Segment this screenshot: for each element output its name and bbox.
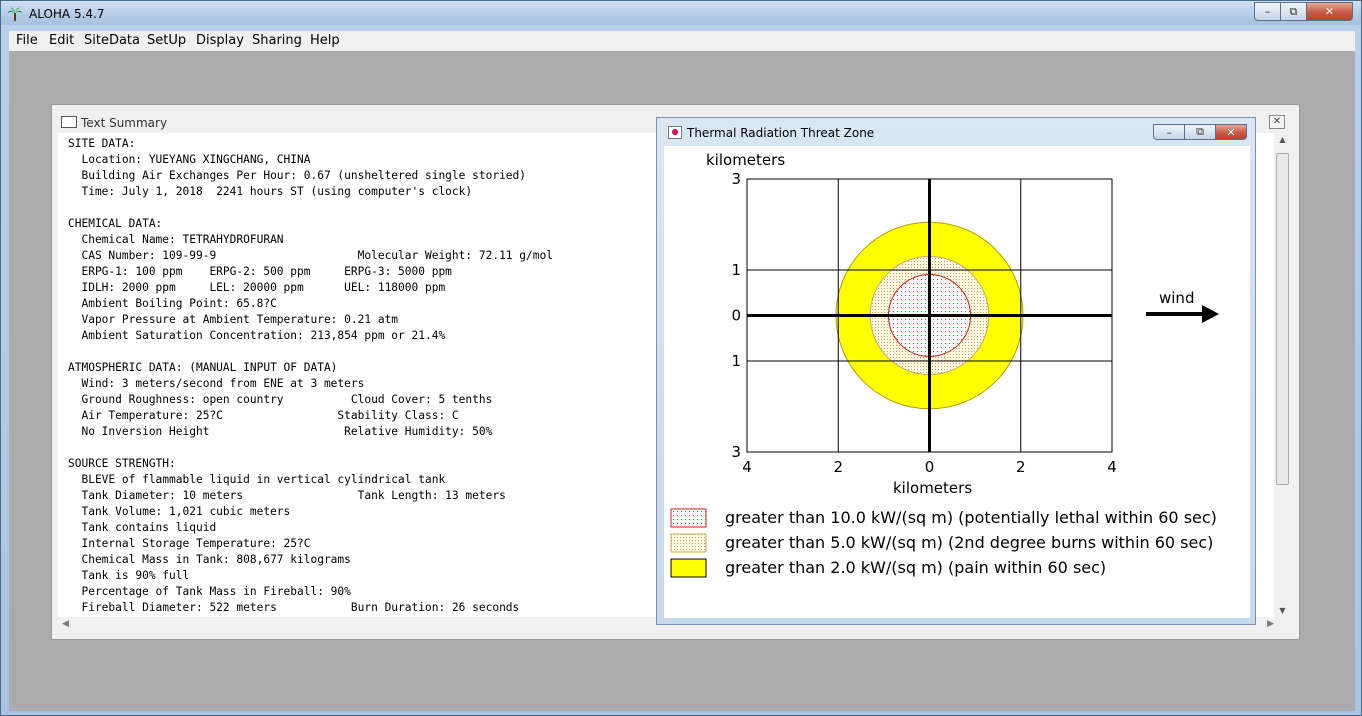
legend-label: greater than 2.0 kW/(sq m) (pain within … (725, 558, 1106, 577)
summary-line: Building Air Exchanges Per Hour: 0.67 (u… (81, 169, 527, 182)
maximize-button[interactable]: ⧉ (1281, 2, 1307, 21)
summary-line: No Inversion Height Relative Humidity: 5… (81, 425, 493, 438)
menu-help[interactable]: Help (310, 33, 340, 48)
threat-zone-plot-area: kilometers 4202431013 kilometers wind gr… (664, 146, 1250, 618)
threat-minimize-button[interactable]: – (1153, 124, 1185, 140)
x-tick-label: 4 (742, 458, 752, 476)
y-tick-label: 1 (731, 261, 741, 279)
close-icon: ✕ (1226, 125, 1236, 139)
wind-label: wind (1159, 289, 1194, 307)
menu-setup[interactable]: SetUp (147, 33, 186, 48)
app-title: ALOHA 5.4.7 (29, 7, 105, 21)
text-summary-close-button[interactable]: ✕ (1269, 115, 1285, 129)
scroll-up-icon[interactable]: ▲ (1274, 135, 1291, 144)
y-tick-label: 3 (731, 170, 741, 188)
summary-line: CHEMICAL DATA: (68, 217, 163, 230)
y-tick-label: 0 (731, 307, 741, 325)
vertical-scrollbar[interactable]: ▲ ▼ (1274, 133, 1291, 617)
x-tick-label: 2 (833, 458, 843, 476)
summary-line: CAS Number: 109-99-9 Molecular Weight: 7… (81, 249, 553, 262)
x-tick-label: 0 (925, 458, 935, 476)
summary-line: ATMOSPHERIC DATA: (MANUAL INPUT OF DATA) (68, 361, 338, 374)
title-bar: ALOHA 5.4.7 – ⧉ ✕ (1, 1, 1361, 25)
x-tick-label: 2 (1016, 458, 1026, 476)
threat-maximize-button[interactable]: ⧉ (1185, 124, 1216, 140)
summary-line: Tank Volume: 1,021 cubic meters (81, 505, 291, 518)
scroll-down-icon[interactable]: ▼ (1274, 606, 1291, 615)
threat-zone-chart: kilometers 4 2 0 2 431013 kilometers wind gr… (670, 151, 1219, 578)
text-summary-title: Text Summary (81, 116, 168, 130)
scroll-left-icon[interactable]: ◀ (62, 619, 69, 629)
scroll-thumb[interactable] (1276, 153, 1289, 485)
close-icon: ✕ (1272, 116, 1282, 127)
summary-line: Air Temperature: 25?C Stability Class: C (81, 409, 459, 422)
summary-line: ERPG-1: 100 ppm ERPG-2: 500 ppm ERPG-3: … (81, 265, 452, 278)
menu-file[interactable]: File (16, 33, 38, 48)
summary-line: Location: YUEYANG XINGCHANG, CHINA (81, 153, 311, 166)
close-button[interactable]: ✕ (1307, 2, 1353, 21)
summary-line: SITE DATA: (68, 137, 136, 150)
y-axis-label: kilometers (706, 151, 785, 169)
summary-line: Tank contains liquid (81, 521, 217, 534)
restore-icon: ⧉ (1289, 4, 1298, 18)
scroll-right-icon[interactable]: ▶ (1267, 619, 1274, 629)
menu-sharing[interactable]: Sharing (252, 33, 302, 48)
summary-line: Chemical Mass in Tank: 808,677 kilograms (81, 553, 351, 566)
menu-display[interactable]: Display (196, 33, 244, 48)
minimize-icon: – (1264, 5, 1271, 18)
summary-line: Fireball Diameter: 522 meters Burn Durat… (81, 601, 520, 614)
legend-swatch (670, 508, 707, 528)
threat-zone-window[interactable]: Thermal Radiation Threat Zone – ⧉ ✕ kilo… (656, 117, 1256, 625)
menu-sitedata[interactable]: SiteData (84, 33, 140, 48)
summary-line: IDLH: 2000 ppm LEL: 20000 ppm UEL: 11800… (81, 281, 446, 294)
summary-line: SOURCE STRENGTH: (68, 457, 176, 470)
legend-label: greater than 5.0 kW/(sq m) (2nd degree b… (725, 533, 1213, 552)
x-axis-label: kilometers (893, 479, 972, 497)
x-tick-label: 4 (1107, 458, 1117, 476)
restore-icon: ⧉ (1196, 125, 1204, 138)
legend-swatch (670, 558, 707, 578)
minimize-button[interactable]: – (1254, 2, 1281, 21)
summary-line: Ground Roughness: open country Cloud Cov… (81, 393, 493, 406)
summary-line: Vapor Pressure at Ambient Temperature: 0… (81, 313, 399, 326)
legend-swatch (670, 533, 707, 553)
summary-line: Ambient Boiling Point: 65.8?C (81, 297, 277, 310)
wind-arrow-icon (1146, 305, 1219, 323)
summary-line: BLEVE of flammable liquid in vertical cy… (81, 473, 446, 486)
aloha-app-window: ALOHA 5.4.7 – ⧉ ✕ File Edit SiteData Set… (0, 0, 1362, 716)
close-icon: ✕ (1324, 5, 1335, 18)
summary-line: Wind: 3 meters/second from ENE at 3 mete… (81, 377, 365, 390)
y-tick-label: 3 (731, 443, 741, 461)
menu-bar: File Edit SiteData SetUp Display Sharing… (9, 31, 1355, 51)
legend-label: greater than 10.0 kW/(sq m) (potentially… (725, 508, 1217, 527)
y-tick-label: 1 (731, 352, 741, 370)
text-document-icon (61, 116, 77, 128)
threat-close-button[interactable]: ✕ (1216, 124, 1247, 140)
summary-line: Percentage of Tank Mass in Fireball: 90% (81, 585, 351, 598)
summary-line: Internal Storage Temperature: 25?C (81, 537, 311, 550)
summary-line: Tank Diameter: 10 meters Tank Length: 13… (81, 489, 506, 502)
summary-line: Chemical Name: TETRAHYDROFURAN (81, 233, 284, 246)
threat-zone-window-icon (668, 126, 682, 139)
summary-line: Ambient Saturation Concentration: 213,85… (81, 329, 446, 342)
summary-line: Time: July 1, 2018 2241 hours ST (using … (81, 185, 473, 198)
threat-zone-title: Thermal Radiation Threat Zone (687, 126, 875, 140)
menu-edit[interactable]: Edit (49, 33, 74, 48)
summary-line: Tank is 90% full (81, 569, 190, 582)
palm-tree-icon (8, 7, 22, 21)
minimize-icon: – (1166, 125, 1172, 139)
